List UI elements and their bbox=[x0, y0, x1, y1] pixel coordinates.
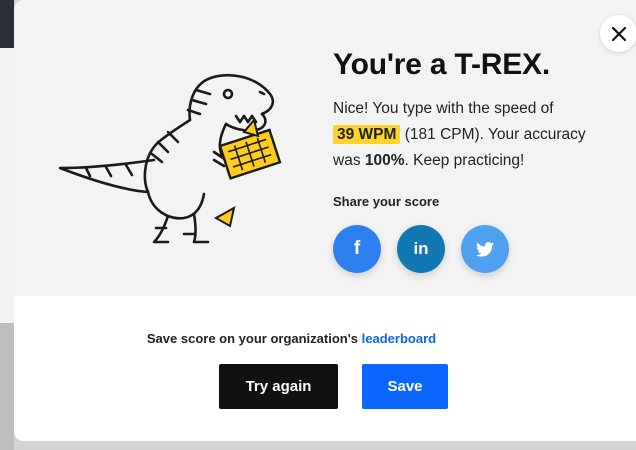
result-outro: . Keep practicing! bbox=[404, 152, 525, 169]
result-modal: You're a T-REX. Nice! You type with the … bbox=[14, 0, 636, 441]
twitter-icon bbox=[476, 241, 494, 257]
result-title: You're a T-REX. bbox=[333, 48, 550, 81]
facebook-icon: f bbox=[353, 238, 361, 259]
backdrop-panel bbox=[0, 48, 14, 323]
save-score-text: Save score on your organization's bbox=[146, 331, 359, 346]
backdrop-header bbox=[0, 0, 14, 48]
close-icon bbox=[611, 26, 626, 41]
facebook-share-button[interactable]: f bbox=[333, 225, 381, 273]
save-button[interactable]: Save bbox=[362, 364, 448, 409]
wpm-badge: 39 WPM bbox=[333, 125, 401, 144]
cpm-text: (181 CPM). Your accuracy bbox=[404, 126, 586, 143]
close-button[interactable] bbox=[600, 15, 636, 52]
try-again-button[interactable]: Try again bbox=[219, 364, 338, 409]
social-share-buttons: f in bbox=[333, 225, 509, 273]
backdrop-footer bbox=[0, 323, 14, 450]
accuracy-value: 100% bbox=[364, 152, 405, 169]
result-summary: Nice! You type with the speed of 39 WPM … bbox=[333, 96, 603, 174]
save-score-prompt: Save score on your organization's leader… bbox=[14, 331, 569, 346]
linkedin-share-button[interactable]: in bbox=[397, 225, 445, 273]
result-intro: Nice! You type with the speed of bbox=[333, 100, 554, 117]
linkedin-icon: in bbox=[413, 239, 429, 258]
accuracy-prefix: was bbox=[333, 152, 361, 169]
share-label: Share your score bbox=[333, 194, 440, 209]
twitter-share-button[interactable] bbox=[461, 225, 509, 273]
t-rex-illustration bbox=[58, 73, 282, 244]
leaderboard-link[interactable]: leaderboard bbox=[362, 331, 436, 346]
